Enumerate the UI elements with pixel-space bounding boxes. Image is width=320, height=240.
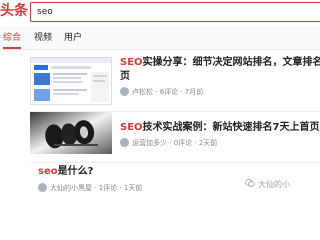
result-item[interactable]: SEO技术实战案例：新站快速排名7天上首页揭秘 运营加多少 · 0评论 · 2天… bbox=[0, 112, 320, 162]
comment-count: 1评论 bbox=[98, 184, 118, 192]
title-text-line2: 页 bbox=[120, 71, 130, 82]
wechat-icon bbox=[245, 179, 255, 187]
tab-video[interactable]: 视频 bbox=[34, 31, 52, 45]
title-text: 实操分享：细节决定网站排名，文章排名百度 bbox=[142, 57, 320, 68]
result-thumbnail[interactable] bbox=[30, 112, 112, 154]
author-name[interactable]: 卢松松 bbox=[132, 88, 153, 96]
title-highlight: SEO bbox=[120, 57, 143, 68]
result-meta: 卢松松 · 6评论 · 7月前 bbox=[120, 87, 203, 97]
author-name[interactable]: 运营加多少 bbox=[132, 139, 167, 147]
comment-count: 0评论 bbox=[173, 139, 193, 147]
active-tab-indicator bbox=[3, 47, 21, 49]
tab-all[interactable]: 综合 bbox=[3, 31, 21, 45]
title-text: 是什么? bbox=[57, 166, 94, 177]
result-title[interactable]: SEO技术实战案例：新站快速排名7天上首页揭秘 bbox=[120, 121, 320, 135]
result-title-continued[interactable]: 页 bbox=[120, 70, 320, 84]
title-highlight: seo bbox=[38, 166, 58, 177]
result-meta: 大仙的小黑屋 · 1评论 · 1天前 bbox=[38, 183, 142, 193]
result-item[interactable]: SEO实操分享：细节决定网站排名，文章排名百度 页 卢松松 · 6评论 · 7月… bbox=[0, 51, 320, 111]
publish-time: 7月前 bbox=[184, 88, 204, 96]
result-meta: 运营加多少 · 0评论 · 2天前 bbox=[120, 138, 217, 148]
search-input[interactable] bbox=[37, 3, 307, 21]
result-title[interactable]: SEO实操分享：细节决定网站排名，文章排名百度 bbox=[120, 56, 320, 70]
tab-bar: 综合 视频 用户 bbox=[0, 26, 320, 50]
search-box[interactable] bbox=[30, 2, 320, 22]
publish-time: 1天前 bbox=[123, 184, 143, 192]
title-text: 技术实战案例：新站快速排名7天上首页揭秘 bbox=[142, 122, 320, 133]
seo-logo-image bbox=[30, 112, 112, 154]
logo[interactable]: 头条 bbox=[0, 1, 28, 21]
title-highlight: SEO bbox=[120, 122, 143, 133]
header-bar: 头条 bbox=[0, 0, 320, 25]
webpage-screenshot-image bbox=[31, 58, 111, 104]
avatar[interactable] bbox=[120, 138, 129, 147]
result-thumbnail[interactable] bbox=[30, 57, 112, 105]
author-name[interactable]: 大仙的小黑屋 bbox=[50, 184, 92, 192]
result-title[interactable]: seo是什么? bbox=[38, 165, 238, 179]
watermark-text: 大仙的小 bbox=[258, 180, 290, 189]
tab-users[interactable]: 用户 bbox=[64, 31, 82, 45]
avatar[interactable] bbox=[38, 183, 47, 192]
publish-time: 2天前 bbox=[198, 139, 218, 147]
comment-count: 6评论 bbox=[159, 88, 179, 96]
avatar[interactable] bbox=[120, 87, 129, 96]
